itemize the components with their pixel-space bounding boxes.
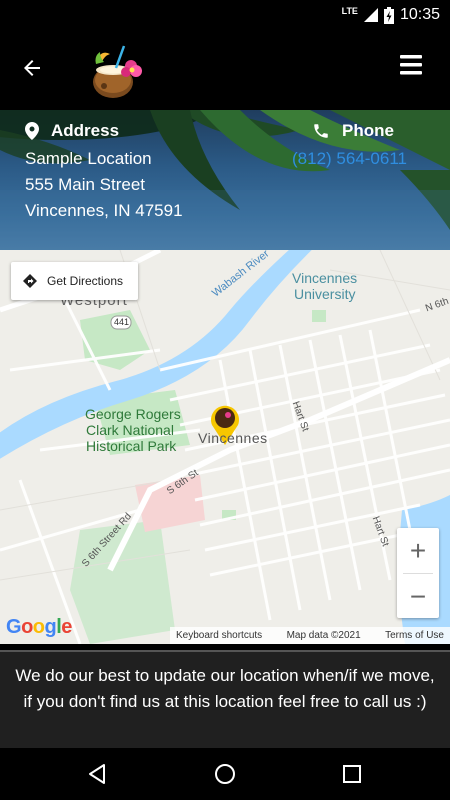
phone-block: Phone (812) 564-0611 (292, 120, 407, 172)
coconut-drink-logo (93, 45, 142, 98)
zoom-in-button[interactable]: + (397, 528, 439, 573)
map-label-park-1: George Rogers (85, 406, 181, 422)
address-block: Address Sample Location 555 Main Street … (25, 120, 183, 224)
location-info-header: Address Sample Location 555 Main Street … (0, 110, 450, 250)
network-type: LTE (341, 6, 358, 16)
map-label-city: Vincennes (198, 430, 268, 446)
directions-icon (23, 274, 37, 288)
map-data-text: Map data ©2021 (286, 630, 361, 641)
address-heading: Address (51, 121, 120, 140)
map-view[interactable]: Westport 441 Wabash River Vincennes Univ… (0, 250, 450, 644)
map-label-vincennes-university-2: University (294, 286, 356, 302)
menu-button[interactable] (398, 52, 424, 78)
phone-number-link[interactable]: (812) 564-0611 (292, 146, 407, 172)
nav-recents-icon[interactable] (340, 762, 364, 786)
clock: 10:35 (399, 6, 440, 23)
zoom-out-button[interactable]: − (397, 574, 439, 619)
nav-back-icon[interactable] (86, 762, 110, 786)
map-label-park-3: Historical Park (86, 438, 177, 454)
back-button[interactable] (14, 50, 50, 86)
route-441-label: 441 (114, 317, 130, 327)
status-bar: LTE 10:35 (0, 0, 450, 30)
location-notice: We do our best to update our location wh… (0, 650, 450, 748)
hamburger-menu-icon (400, 55, 422, 75)
get-directions-label: Get Directions (47, 274, 124, 288)
map-attribution-bar: Keyboard shortcuts Map data ©2021 Terms … (170, 627, 450, 644)
google-logo[interactable]: Google (6, 616, 72, 639)
keyboard-shortcuts-link[interactable]: Keyboard shortcuts (176, 630, 262, 641)
address-line-1: Sample Location (25, 149, 152, 168)
location-pin-icon (25, 122, 39, 140)
phone-heading: Phone (342, 121, 394, 140)
battery-charging-icon (383, 6, 394, 24)
get-directions-button[interactable]: Get Directions (11, 262, 138, 300)
system-nav-bar (0, 748, 450, 800)
app-bar (0, 30, 450, 110)
terms-of-use-link[interactable]: Terms of Use (385, 630, 444, 641)
phone-icon (314, 124, 328, 138)
map-base (0, 250, 450, 644)
address-line-2: 555 Main Street (25, 175, 146, 194)
map-label-park-2: Clark National (86, 422, 174, 438)
zoom-controls: + − (397, 528, 439, 618)
signal-icon (363, 8, 378, 22)
address-line-3: Vincennes, IN 47591 (25, 201, 183, 220)
map-label-vincennes-university-1: Vincennes (292, 270, 358, 286)
nav-home-icon[interactable] (213, 762, 237, 786)
arrow-left-icon (24, 60, 40, 76)
